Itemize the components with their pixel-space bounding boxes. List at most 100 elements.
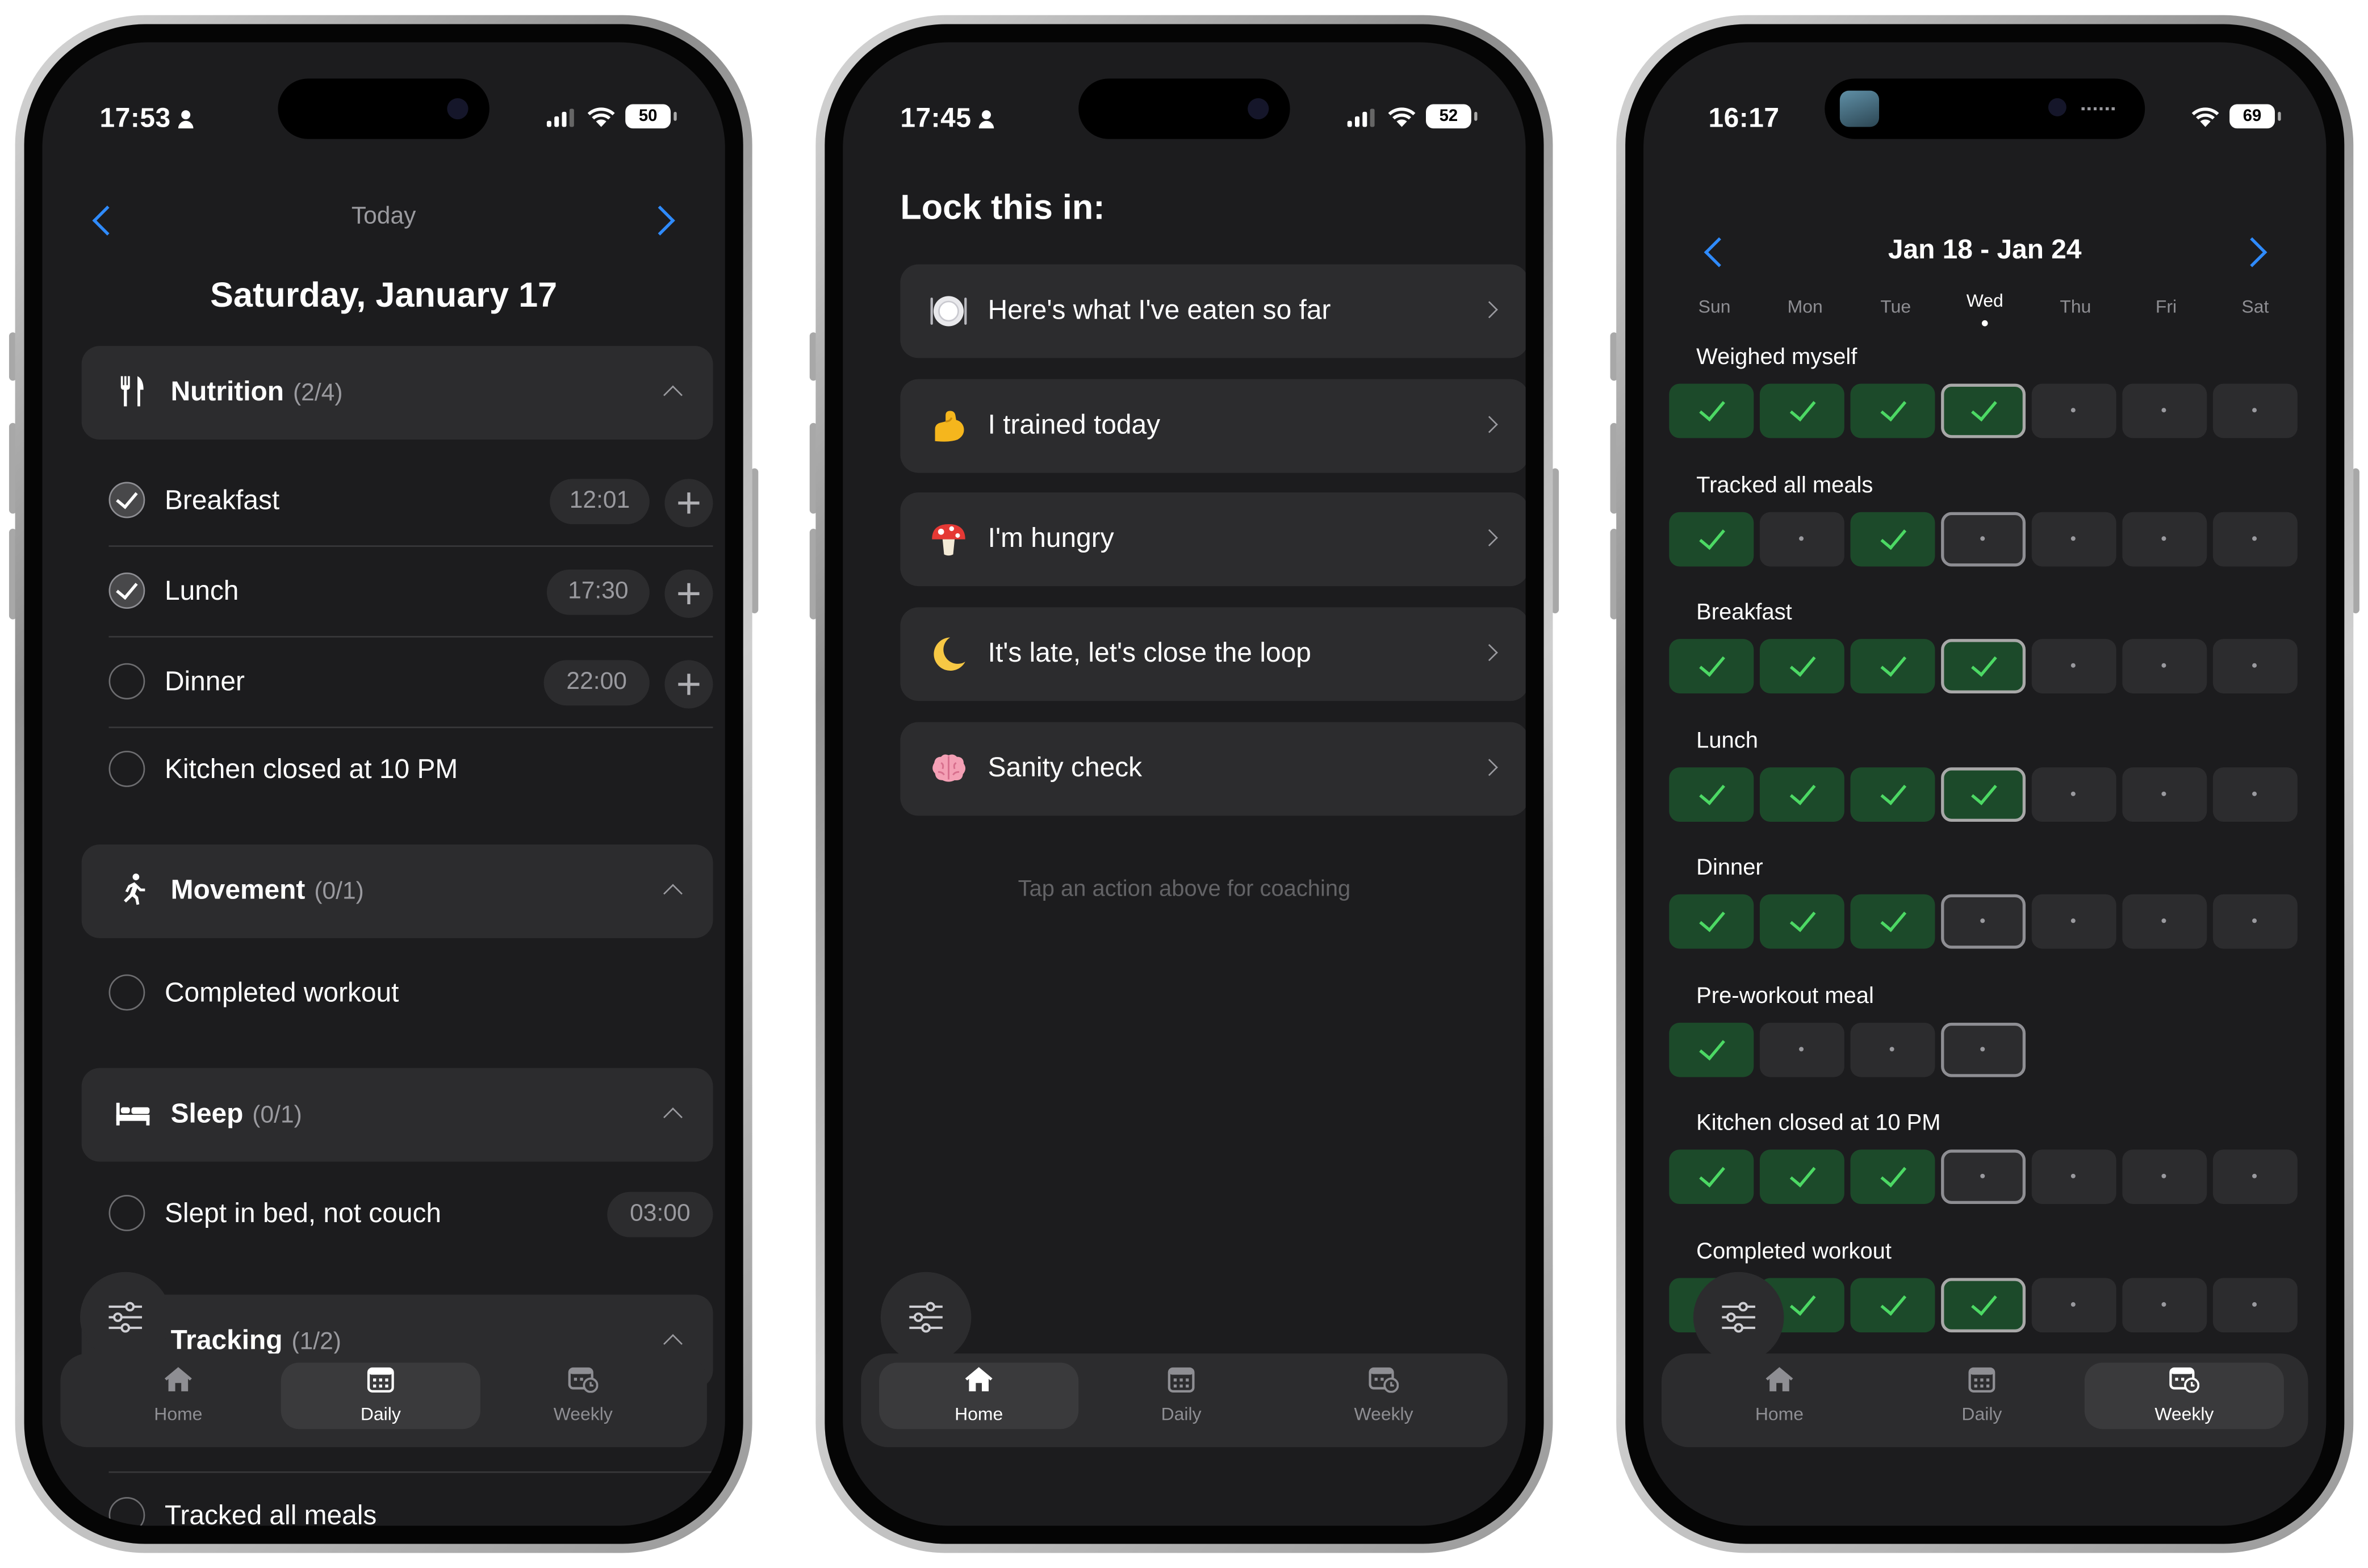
habit-cell-pending[interactable] bbox=[2122, 766, 2207, 821]
action-hungry[interactable]: I'm hungry bbox=[900, 492, 1526, 587]
list-item[interactable]: Tracked all meals bbox=[108, 1471, 713, 1526]
action-eaten[interactable]: Here's what I've eaten so far bbox=[900, 264, 1526, 358]
action-label: Sanity check bbox=[988, 752, 1143, 783]
time-pill[interactable]: 17:30 bbox=[546, 569, 650, 615]
habit-cell-pending[interactable] bbox=[2212, 1149, 2298, 1205]
habit-cell-pending[interactable] bbox=[2212, 894, 2298, 949]
habit-cell-done[interactable] bbox=[1759, 1149, 1844, 1205]
habit-cell-pending[interactable] bbox=[1759, 1022, 1844, 1077]
habit-cell-pending[interactable] bbox=[2212, 766, 2298, 821]
habit-cell-pending[interactable] bbox=[2031, 511, 2116, 566]
today-label[interactable]: Today bbox=[42, 204, 725, 231]
tab-weekly[interactable]: Weekly bbox=[1284, 1362, 1483, 1429]
chevron-up-icon bbox=[663, 884, 683, 904]
habit-cell-pending[interactable] bbox=[2212, 511, 2298, 566]
calendar-clock-icon bbox=[1369, 1367, 1399, 1393]
habit-cell-done[interactable] bbox=[1759, 639, 1844, 693]
list-item[interactable]: Kitchen closed at 10 PM bbox=[108, 726, 713, 814]
habit-cell-pending[interactable] bbox=[2212, 639, 2298, 693]
tab-daily[interactable]: Daily bbox=[281, 1362, 480, 1429]
habit-cell-pending[interactable] bbox=[2122, 383, 2207, 438]
habit-cell-done[interactable] bbox=[1850, 511, 1935, 566]
plus-icon[interactable] bbox=[664, 569, 713, 618]
tab-home[interactable]: Home bbox=[78, 1362, 278, 1429]
habit-cell-pending[interactable] bbox=[1850, 1022, 1935, 1077]
filter-button[interactable] bbox=[882, 1273, 970, 1361]
filter-button[interactable] bbox=[1695, 1273, 1783, 1361]
habit-cell-done[interactable] bbox=[1941, 639, 2026, 693]
list-item[interactable]: Completed workout bbox=[108, 950, 713, 1038]
tab-daily[interactable]: Daily bbox=[1882, 1362, 2081, 1429]
habit-cell-done[interactable] bbox=[1669, 1022, 1754, 1077]
habit-cell-done[interactable] bbox=[1669, 383, 1754, 438]
habit-cell-done[interactable] bbox=[1669, 1149, 1754, 1205]
list-item[interactable]: Dinner 22:00 bbox=[108, 639, 713, 729]
habit-cell-pending[interactable] bbox=[2212, 383, 2298, 438]
time-pill[interactable]: 22:00 bbox=[543, 660, 650, 706]
habit-cell-pending[interactable] bbox=[2031, 894, 2116, 949]
status-time: 16:17 bbox=[1708, 102, 1780, 133]
habit-cell-done[interactable] bbox=[1850, 1149, 1935, 1205]
habit-cell-pending[interactable] bbox=[1941, 894, 2026, 949]
habit-cell-pending[interactable] bbox=[1759, 511, 1844, 566]
habit-cell-pending[interactable] bbox=[2122, 894, 2207, 949]
fork-knife-icon bbox=[120, 376, 144, 407]
dynamic-island bbox=[278, 78, 490, 139]
list-item[interactable]: Breakfast 12:01 bbox=[108, 458, 713, 547]
habit-cell-pending[interactable] bbox=[2031, 766, 2116, 821]
habit-cell-pending[interactable] bbox=[1941, 1022, 2026, 1077]
habit-cell-pending[interactable] bbox=[2122, 511, 2207, 566]
status-time: 17:45 bbox=[900, 103, 994, 135]
habit-cell-pending[interactable] bbox=[1941, 511, 2026, 566]
habit-cell-done[interactable] bbox=[1850, 894, 1935, 949]
habit-cell-done[interactable] bbox=[1669, 639, 1754, 693]
action-late[interactable]: It's late, let's close the loop bbox=[900, 607, 1526, 701]
section-nutrition[interactable]: Nutrition (2/4) bbox=[81, 346, 713, 440]
tab-home[interactable]: Home bbox=[879, 1362, 1079, 1429]
filter-button[interactable] bbox=[81, 1273, 169, 1361]
habit-cell-done[interactable] bbox=[1759, 383, 1844, 438]
habit-cell-pending[interactable] bbox=[2122, 1149, 2207, 1205]
habit-cell-done[interactable] bbox=[1941, 383, 2026, 438]
habit-cell-pending[interactable] bbox=[2031, 383, 2116, 438]
checkbox[interactable] bbox=[108, 974, 145, 1011]
action-sanity[interactable]: Sanity check bbox=[900, 722, 1526, 816]
habit-cell-done[interactable] bbox=[1669, 766, 1754, 821]
checkbox[interactable] bbox=[108, 751, 145, 787]
checkbox[interactable] bbox=[108, 1497, 145, 1526]
habit-cell-done[interactable] bbox=[1850, 766, 1935, 821]
habit-cell-pending[interactable] bbox=[2122, 1277, 2207, 1332]
checkbox[interactable] bbox=[108, 572, 145, 609]
checkbox[interactable] bbox=[108, 1195, 145, 1231]
time-pill[interactable]: 12:01 bbox=[550, 479, 650, 525]
list-item[interactable]: Slept in bed, not couch 03:00 bbox=[108, 1171, 713, 1258]
habit-cell-pending[interactable] bbox=[1941, 1149, 2026, 1205]
habit-cell-done[interactable] bbox=[1669, 511, 1754, 566]
habit-cell-done[interactable] bbox=[1759, 766, 1844, 821]
habit-cell-done[interactable] bbox=[1850, 383, 1935, 438]
habit-cell-done[interactable] bbox=[1669, 894, 1754, 949]
section-movement[interactable]: Movement (0/1) bbox=[81, 844, 713, 938]
list-item[interactable]: Lunch 17:30 bbox=[108, 549, 713, 638]
tab-weekly[interactable]: Weekly bbox=[2084, 1362, 2284, 1429]
section-sleep[interactable]: Sleep (0/1) bbox=[81, 1068, 713, 1162]
habit-cell-done[interactable] bbox=[1850, 639, 1935, 693]
habit-cell-pending[interactable] bbox=[2031, 1277, 2116, 1332]
habit-cell-pending[interactable] bbox=[2212, 1277, 2298, 1332]
action-trained[interactable]: I trained today bbox=[900, 379, 1526, 473]
tab-home[interactable]: Home bbox=[1680, 1362, 1879, 1429]
habit-cell-pending[interactable] bbox=[2031, 639, 2116, 693]
time-pill[interactable]: 03:00 bbox=[607, 1191, 713, 1237]
checkbox[interactable] bbox=[108, 663, 145, 700]
tab-daily[interactable]: Daily bbox=[1082, 1362, 1281, 1429]
checkbox[interactable] bbox=[108, 482, 145, 519]
plus-icon[interactable] bbox=[664, 479, 713, 528]
habit-cell-done[interactable] bbox=[1941, 766, 2026, 821]
habit-cell-done[interactable] bbox=[1759, 894, 1844, 949]
habit-cell-pending[interactable] bbox=[2122, 639, 2207, 693]
habit-cell-done[interactable] bbox=[1941, 1277, 2026, 1332]
plus-icon[interactable] bbox=[664, 660, 713, 709]
habit-cell-done[interactable] bbox=[1850, 1277, 1935, 1332]
tab-weekly[interactable]: Weekly bbox=[483, 1362, 683, 1429]
habit-cell-pending[interactable] bbox=[2031, 1149, 2116, 1205]
